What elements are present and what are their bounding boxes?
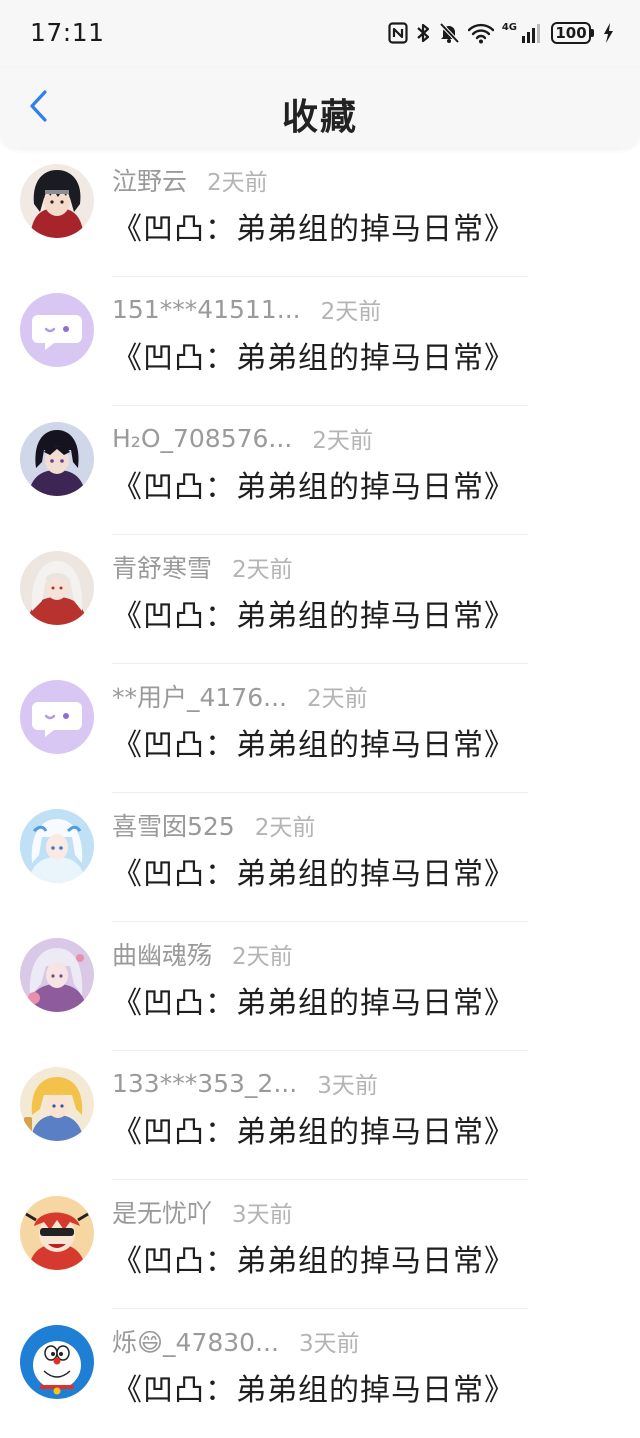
list-item[interactable]: 青舒寒雪 2天前 《凹凸：弟弟组的掉马日常》 xyxy=(0,535,640,664)
avatar[interactable] xyxy=(20,1067,94,1141)
username[interactable]: H₂O_708576... xyxy=(112,424,292,453)
mute-bell-icon xyxy=(438,22,460,44)
avatar[interactable] xyxy=(20,164,94,238)
avatar[interactable] xyxy=(20,938,94,1012)
nfc-icon xyxy=(388,22,408,44)
battery-level: 100 xyxy=(551,22,591,44)
item-meta: 是无忧吖 3天前 xyxy=(112,1196,293,1228)
signal-icon xyxy=(521,22,543,44)
avatar[interactable] xyxy=(20,293,94,367)
list-item[interactable]: 泣野云 2天前 《凹凸：弟弟组的掉马日常》 xyxy=(0,148,640,277)
timestamp: 2天前 xyxy=(254,815,316,841)
item-meta: 烁😄_47830... 3天前 xyxy=(112,1325,360,1357)
timestamp: 3天前 xyxy=(298,1331,360,1357)
book-title[interactable]: 《凹凸：弟弟组的掉马日常》 xyxy=(112,1236,515,1280)
book-title[interactable]: 《凹凸：弟弟组的掉马日常》 xyxy=(112,333,515,377)
page-title: 收藏 xyxy=(281,97,358,138)
timestamp: 2天前 xyxy=(232,944,293,970)
item-meta: 曲幽魂殇 2天前 xyxy=(112,938,293,970)
book-title[interactable]: 《凹凸：弟弟组的掉马日常》 xyxy=(112,204,515,248)
username[interactable]: 喜雪囡525 xyxy=(112,807,235,843)
timestamp: 2天前 xyxy=(306,686,368,712)
book-title[interactable]: 《凹凸：弟弟组的掉马日常》 xyxy=(112,720,515,764)
avatar[interactable] xyxy=(20,1196,94,1270)
timestamp: 3天前 xyxy=(317,1073,378,1099)
list-item[interactable]: 是无忧吖 3天前 《凹凸：弟弟组的掉马日常》 xyxy=(0,1180,640,1309)
status-bar: 17:11 4G 100 xyxy=(0,0,640,68)
list-item[interactable]: 133***353_2... 3天前 《凹凸：弟弟组的掉马日常》 xyxy=(0,1051,640,1180)
list-item[interactable]: 曲幽魂殇 2天前 《凹凸：弟弟组的掉马日常》 xyxy=(0,922,640,1051)
avatar[interactable] xyxy=(20,1325,94,1399)
avatar[interactable] xyxy=(20,422,94,496)
wifi-icon xyxy=(467,22,494,44)
timestamp: 2天前 xyxy=(312,428,373,454)
battery-icon: 100 xyxy=(551,22,594,44)
list-item[interactable]: **用户_4176... 2天前 《凹凸：弟弟组的掉马日常》 xyxy=(0,664,640,793)
username[interactable]: 烁😄_47830... xyxy=(112,1323,279,1359)
item-meta: 151***41511... 2天前 xyxy=(112,293,382,326)
item-meta: **用户_4176... 2天前 xyxy=(112,680,368,712)
header: 收藏 xyxy=(0,68,640,148)
status-time: 17:11 xyxy=(30,18,105,47)
network-type: 4G xyxy=(501,21,517,33)
timestamp: 2天前 xyxy=(232,557,293,583)
charging-icon xyxy=(602,22,614,44)
book-title[interactable]: 《凹凸：弟弟组的掉马日常》 xyxy=(112,1107,515,1151)
favorites-list: 泣野云 2天前 《凹凸：弟弟组的掉马日常》 151***41511... 2天前… xyxy=(0,148,640,1438)
item-meta: H₂O_708576... 2天前 xyxy=(112,422,373,455)
username[interactable]: 青舒寒雪 xyxy=(112,549,212,585)
avatar[interactable] xyxy=(20,551,94,625)
timestamp: 2天前 xyxy=(320,299,382,325)
book-title[interactable]: 《凹凸：弟弟组的掉马日常》 xyxy=(112,462,515,506)
avatar[interactable] xyxy=(20,680,94,754)
list-item[interactable]: 151***41511... 2天前 《凹凸：弟弟组的掉马日常》 xyxy=(0,277,640,406)
username[interactable]: **用户_4176... xyxy=(112,678,287,714)
timestamp: 2天前 xyxy=(207,170,268,196)
username[interactable]: 133***353_2... xyxy=(112,1069,297,1098)
username[interactable]: 是无忧吖 xyxy=(112,1194,212,1230)
book-title[interactable]: 《凹凸：弟弟组的掉马日常》 xyxy=(112,591,515,635)
list-item[interactable]: 烁😄_47830... 3天前 《凹凸：弟弟组的掉马日常》 xyxy=(0,1309,640,1438)
book-title[interactable]: 《凹凸：弟弟组的掉马日常》 xyxy=(112,849,515,893)
book-title[interactable]: 《凹凸：弟弟组的掉马日常》 xyxy=(112,978,515,1022)
username[interactable]: 151***41511... xyxy=(112,295,301,324)
username[interactable]: 泣野云 xyxy=(112,162,187,198)
item-meta: 133***353_2... 3天前 xyxy=(112,1067,378,1100)
username[interactable]: 曲幽魂殇 xyxy=(112,936,212,972)
item-meta: 青舒寒雪 2天前 xyxy=(112,551,293,583)
status-icons: 4G 100 xyxy=(388,20,614,46)
list-item[interactable]: H₂O_708576... 2天前 《凹凸：弟弟组的掉马日常》 xyxy=(0,406,640,535)
list-item[interactable]: 喜雪囡525 2天前 《凹凸：弟弟组的掉马日常》 xyxy=(0,793,640,922)
avatar[interactable] xyxy=(20,809,94,883)
item-meta: 喜雪囡525 2天前 xyxy=(112,809,315,841)
item-meta: 泣野云 2天前 xyxy=(112,164,268,196)
bluetooth-icon xyxy=(416,22,430,44)
book-title[interactable]: 《凹凸：弟弟组的掉马日常》 xyxy=(112,1365,515,1409)
timestamp: 3天前 xyxy=(232,1202,293,1228)
